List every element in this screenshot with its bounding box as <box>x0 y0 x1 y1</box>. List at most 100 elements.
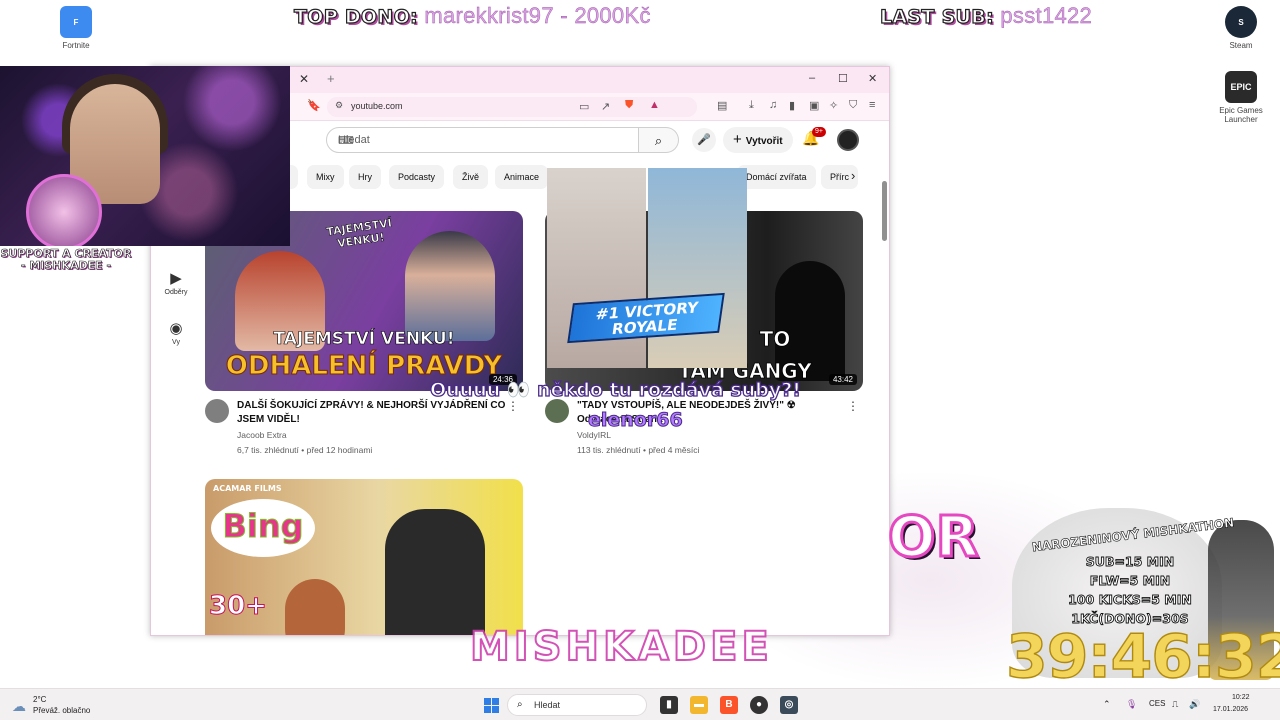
taskbar-time[interactable]: 10:22 <box>1232 694 1250 701</box>
minimize-button[interactable]: – <box>809 72 815 84</box>
video-card[interactable]: ACAMAR FILMS Bing 30+ <box>205 479 523 635</box>
channel-name[interactable]: VoldyIRL <box>577 430 611 440</box>
download-icon[interactable]: ⤓ <box>749 99 754 112</box>
search-input[interactable]: Hledat ⌨ <box>326 127 639 153</box>
mishkathon-rule: SUB=15 MIN <box>1085 554 1175 570</box>
sidebar-item-label: Vy <box>172 339 180 346</box>
volume-icon[interactable]: 🔊 <box>1189 699 1200 710</box>
address-bar[interactable]: ⚙ youtube.com ▭ ↗ ⛊ ▲ <box>327 97 697 117</box>
chip[interactable]: Mixy <box>307 165 344 189</box>
sidebar-toggle-icon[interactable]: ▤ <box>717 99 727 112</box>
desktop-icon-steam[interactable]: S Steam <box>1211 6 1271 50</box>
music-icon[interactable]: ♫ <box>769 99 777 111</box>
subscriptions-icon: ▶ <box>170 270 182 287</box>
thumb-character-2 <box>285 579 345 635</box>
last-sub-banner: LAST SUB: psst1422 <box>879 3 1093 29</box>
shield-icon[interactable]: ⛊ <box>625 99 633 112</box>
panel-icon[interactable]: ▮ <box>789 99 795 112</box>
mishkathon-rule: FLW=5 MIN <box>1089 573 1171 589</box>
search-icon: ⌕ <box>654 133 663 148</box>
notifications-badge: 9+ <box>812 127 826 137</box>
channel-name[interactable]: Jacoob Extra <box>237 430 287 440</box>
sidebar-item-you[interactable]: ◉ Vy <box>156 319 196 346</box>
file-explorer-icon[interactable]: ▬ <box>690 696 708 714</box>
wallet-icon[interactable]: ▣ <box>809 99 819 112</box>
share-icon[interactable]: ↗ <box>601 100 610 113</box>
video-title[interactable]: DALŠÍ ŠOKUJÍCÍ ZPRÁVY! & NEJHORŠÍ VYJÁDŘ… <box>237 399 507 427</box>
keyboard-icon[interactable]: ⌨ <box>338 134 628 147</box>
chip[interactable]: Živě <box>453 165 489 189</box>
thumb-badge: 30+ <box>209 591 268 622</box>
voice-search-button[interactable]: 🎤 <box>692 128 716 152</box>
start-button[interactable] <box>484 698 499 713</box>
thumb-person-right <box>405 231 495 341</box>
tab-close-button[interactable]: ✕ <box>299 72 309 86</box>
thumb-text: TAJEMSTVÍ VENKU! <box>273 329 455 350</box>
create-button[interactable]: + Vytvořit <box>723 127 793 153</box>
top-dono-value: marekkrist97 - 2000Kč <box>424 3 651 28</box>
more-options-icon[interactable]: ⋮ <box>507 399 519 413</box>
language-indicator[interactable]: CES <box>1149 699 1165 708</box>
chevron-up-icon[interactable]: ⌃ <box>1103 699 1111 710</box>
chip[interactable]: Podcasty <box>389 165 445 189</box>
microphone-icon[interactable]: 🎙 <box>1126 699 1137 710</box>
ai-icon[interactable]: ✧ <box>829 99 838 112</box>
cloud-icon[interactable]: ☁ <box>12 698 26 715</box>
app-icon[interactable]: ◎ <box>780 696 798 714</box>
taskbar-search[interactable]: ⌕ Hledat <box>507 694 647 716</box>
menu-icon[interactable]: ≡ <box>869 99 875 111</box>
epic-games-icon: EPIC <box>1225 71 1257 103</box>
desktop-icon-label: Steam <box>1229 41 1253 50</box>
weather-description[interactable]: Převáž. oblačno <box>33 706 90 715</box>
fortnite-skin-avatar <box>26 174 102 246</box>
top-dono-banner: TOP DONO: marekkrist97 - 2000Kč <box>293 3 651 29</box>
top-dono-label: TOP DONO: <box>293 5 418 28</box>
windows-logo-tile <box>492 706 499 713</box>
steam-icon: S <box>1225 6 1257 38</box>
cast-icon[interactable]: ▭ <box>579 100 589 113</box>
account-icon: ◉ <box>169 320 183 337</box>
chevron-right-icon[interactable]: › <box>851 168 855 183</box>
vpn-icon[interactable]: ⛉ <box>849 99 857 112</box>
taskbar-search-placeholder: Hledat <box>534 700 561 710</box>
site-info-icon[interactable]: ⚙ <box>335 100 343 111</box>
desktop-icon-fortnite[interactable]: F Fortnite <box>46 6 106 50</box>
network-icon[interactable]: ⎍ <box>1172 699 1178 710</box>
chip[interactable]: Hry <box>349 165 381 189</box>
chip[interactable]: Domácí zvířata <box>737 165 816 189</box>
search-button[interactable]: ⌕ <box>639 127 679 153</box>
clip-overlay: #1 VICTORY ROYALE <box>547 168 747 368</box>
bookmark-icon[interactable]: 🔖 <box>307 99 321 112</box>
rewards-icon[interactable]: ▲ <box>649 99 660 111</box>
desktop-icon-label: Epic Games Launcher <box>1219 106 1263 124</box>
obs-icon[interactable]: ● <box>750 696 768 714</box>
video-thumbnail[interactable]: ACAMAR FILMS Bing 30+ <box>205 479 523 635</box>
taskbar-date[interactable]: 17.01.2026 <box>1213 706 1248 713</box>
new-tab-button[interactable]: + <box>327 71 335 86</box>
video-card[interactable]: TAJEMSTVÍ VENKU! TAJEMSTVÍ VENKU! ODHALE… <box>205 211 523 459</box>
address-url: youtube.com <box>351 101 403 111</box>
sidebar-item-subscriptions[interactable]: ▶ Odběry <box>156 269 196 296</box>
create-label: Vytvořit <box>745 136 783 147</box>
microphone-icon: 🎤 <box>697 134 711 146</box>
sidebar-item-label: Odběry <box>164 289 188 296</box>
channel-avatar[interactable] <box>545 399 569 423</box>
avatar[interactable] <box>837 129 859 151</box>
brave-browser-icon[interactable]: B <box>720 696 738 714</box>
task-view-icon[interactable]: ▮ <box>660 696 678 714</box>
chip[interactable]: Animace <box>495 165 549 189</box>
video-stats: 6,7 tis. zhlédnutí • před 12 hodinami <box>237 445 373 455</box>
scrollbar[interactable] <box>882 181 887 241</box>
maximize-button[interactable]: ☐ <box>838 72 848 85</box>
desktop-icon-label: Fortnite <box>62 41 90 50</box>
last-sub-value: psst1422 <box>1000 3 1093 28</box>
more-options-icon[interactable]: ⋮ <box>847 399 859 413</box>
taskbar: ☁ 2°C Převáž. oblačno ⌕ Hledat ▮ ▬ B ● ◎… <box>0 688 1280 720</box>
overlay-big-text: OR <box>887 504 981 572</box>
desktop-icon-epic-games[interactable]: EPIC Epic Games Launcher <box>1211 71 1271 124</box>
plus-icon: + <box>733 131 742 148</box>
mishkathon-rule: 100 KICKS=5 MIN <box>1068 592 1193 608</box>
weather-temperature[interactable]: 2°C <box>33 695 46 704</box>
channel-avatar[interactable] <box>205 399 229 423</box>
close-window-button[interactable]: ✕ <box>868 72 877 85</box>
